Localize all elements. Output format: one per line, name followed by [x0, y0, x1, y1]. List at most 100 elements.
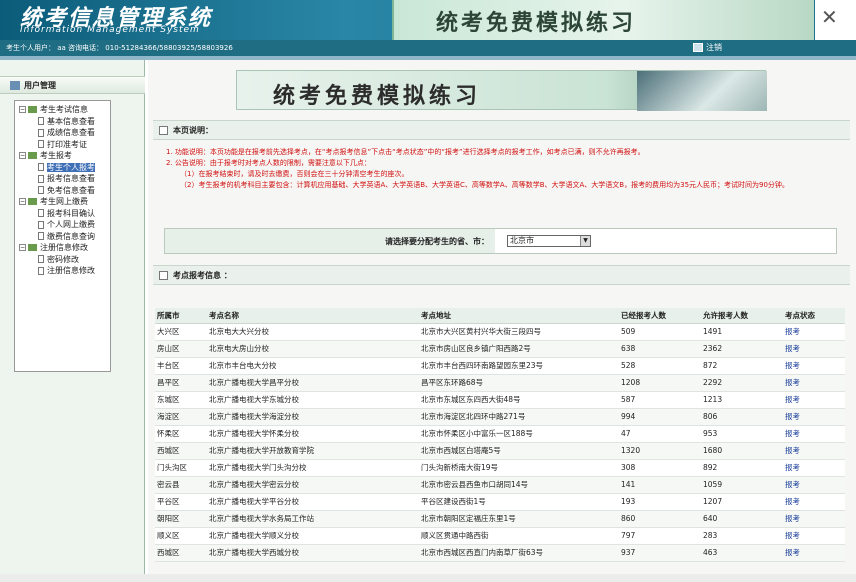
table-cell: 463 [701, 544, 783, 562]
table-cell: 门头沟区 [155, 459, 207, 477]
table-cell: 北京电大大兴分校 [207, 323, 419, 341]
table-cell: 北京市密云县西鱼市口胡同14号 [419, 476, 619, 494]
notice-text: 1. 功能说明：本页功能是在报考前先选择考点，在“考点报考信息”下点击“考点状态… [166, 147, 856, 191]
table-cell: 北京市东城区东四西大街48号 [419, 391, 619, 409]
table-cell: 872 [701, 357, 783, 375]
close-button[interactable]: ✕ [815, 0, 856, 40]
table-cell: 顺义区 [155, 527, 207, 545]
register-link[interactable]: 报考 [783, 374, 845, 392]
tree-item[interactable]: 缴费信息查询 [19, 231, 110, 243]
city-select[interactable]: 北京市 ▼ [507, 235, 591, 247]
collapse-icon[interactable]: − [19, 152, 26, 159]
table-cell: 门头沟新桥南大街19号 [419, 459, 619, 477]
register-link[interactable]: 报考 [783, 476, 845, 494]
register-link[interactable]: 报考 [783, 442, 845, 460]
table-header-row: 所属市 考点名称 考点地址 已经报考人数 允许报考人数 考点状态 [155, 308, 845, 324]
table-row: 丰台区 北京市丰台电大分校 北京市丰台西四环南路望园东里23号 528 872 报考 [155, 357, 845, 375]
page-icon [38, 128, 44, 137]
logout-label[interactable]: 注销 [706, 43, 722, 52]
table-row: 西城区 北京广播电视大学开放教育学院 北京市西城区白塔庵5号 1320 1680 报考 [155, 442, 845, 460]
register-link[interactable]: 报考 [783, 527, 845, 545]
table-cell: 密云县 [155, 476, 207, 494]
table-cell: 平谷区 [155, 493, 207, 511]
tree-item-selected[interactable]: 考生个人报考 [19, 162, 110, 174]
user-info: 考生个人用户： aa 咨询电话： 010-51284366/58803925/5… [6, 43, 233, 53]
register-link[interactable]: 报考 [783, 323, 845, 341]
tree-group-payment[interactable]: − 考生网上缴费 [19, 196, 110, 208]
sidebar-title: 用户管理 [0, 76, 145, 94]
tree-item[interactable]: 成绩信息查看 [19, 127, 110, 139]
register-link[interactable]: 报考 [783, 391, 845, 409]
table-cell: 北京市朝阳区定福庄东里1号 [419, 510, 619, 528]
logout-link[interactable]: 注销 [693, 42, 722, 53]
table-cell: 西城区 [155, 442, 207, 460]
table-cell: 顺义区贯通中路西街 [419, 527, 619, 545]
tree-group-exam-info[interactable]: − 考生考试信息 [19, 104, 110, 116]
table-cell: 509 [619, 323, 701, 341]
table-cell: 北京市房山区良乡镇广阳西路2号 [419, 340, 619, 358]
tree-item[interactable]: 免考信息查看 [19, 185, 110, 197]
header-banner: 统考免费模拟练习 [392, 0, 814, 40]
nav-tree: − 考生考试信息 基本信息查看 成绩信息查看 打印准考证 − 考生报考 考生个人报考… [14, 100, 111, 372]
register-link[interactable]: 报考 [783, 493, 845, 511]
table-cell: 怀柔区 [155, 425, 207, 443]
page-banner-text: 统考免费模拟练习 [273, 84, 482, 109]
tree-item[interactable]: 密码修改 [19, 254, 110, 266]
table-cell: 北京广播电视大学开放教育学院 [207, 442, 419, 460]
tree-item[interactable]: 报考信息查看 [19, 173, 110, 185]
header-banner-text: 统考免费模拟练习 [436, 11, 637, 36]
notice-header: 本页说明： [153, 120, 850, 140]
page-icon [38, 163, 44, 171]
table-cell: 北京市丰台电大分校 [207, 357, 419, 375]
table-row: 朝阳区 北京广播电视大学水务局工作站 北京市朝阳区定福庄东里1号 860 640 报考 [155, 510, 845, 528]
collapse-icon[interactable]: − [19, 106, 26, 113]
tree-item[interactable]: 报考科目确认 [19, 208, 110, 220]
tree-item[interactable]: 基本信息查看 [19, 116, 110, 128]
table-cell: 528 [619, 357, 701, 375]
table-cell: 昌平区东环路68号 [419, 374, 619, 392]
chevron-down-icon[interactable]: ▼ [580, 236, 590, 246]
close-icon[interactable]: ✕ [821, 5, 838, 29]
tree-group-account[interactable]: − 注册信息修改 [19, 242, 110, 254]
table-row: 昌平区 北京广播电视大学昌平分校 昌平区东环路68号 1208 2292 报考 [155, 374, 845, 392]
page-icon [38, 140, 44, 148]
collapse-icon[interactable]: − [19, 244, 26, 251]
table-cell: 1491 [701, 323, 783, 341]
table-cell: 北京电大房山分校 [207, 340, 419, 358]
tree-item[interactable]: 打印准考证 [19, 139, 110, 151]
register-link[interactable]: 报考 [783, 425, 845, 443]
register-link[interactable]: 报考 [783, 544, 845, 562]
table-cell: 283 [701, 527, 783, 545]
col-header: 考点地址 [419, 308, 619, 324]
collapse-icon[interactable]: − [19, 198, 26, 205]
table-cell: 平谷区建设西街1号 [419, 493, 619, 511]
table-cell: 141 [619, 476, 701, 494]
user-info-bar: 考生个人用户： aa 咨询电话： 010-51284366/58803925/5… [0, 40, 856, 56]
table-cell: 北京广播电视大学平谷分校 [207, 493, 419, 511]
table-cell: 北京市丰台西四环南路望园东里23号 [419, 357, 619, 375]
table-cell: 西城区 [155, 544, 207, 562]
city-selector-label: 请选择要分配考生的省、市： [165, 229, 495, 253]
tree-item[interactable]: 注册信息修改 [19, 265, 110, 277]
table-cell: 1320 [619, 442, 701, 460]
tree-item[interactable]: 个人网上缴费 [19, 219, 110, 231]
notice-line: 1. 功能说明：本页功能是在报考前先选择考点，在“考点报考信息”下点击“考点状态… [166, 148, 645, 156]
table-row: 大兴区 北京电大大兴分校 北京市大兴区黄村兴华大街三段四号 509 1491 报考 [155, 323, 845, 341]
table-section-header: 考点报考信息 ： [153, 265, 850, 285]
register-link[interactable]: 报考 [783, 510, 845, 528]
table-cell: 638 [619, 340, 701, 358]
register-link[interactable]: 报考 [783, 357, 845, 375]
register-link[interactable]: 报考 [783, 408, 845, 426]
col-header: 考点名称 [207, 308, 419, 324]
logout-icon [693, 43, 703, 52]
folder-icon [28, 106, 37, 113]
table-cell: 海淀区 [155, 408, 207, 426]
exam-site-table: 所属市 考点名称 考点地址 已经报考人数 允许报考人数 考点状态 大兴区 北京电大… [155, 308, 845, 562]
register-link[interactable]: 报考 [783, 340, 845, 358]
table-cell: 北京市海淀区北四环中路271号 [419, 408, 619, 426]
folder-icon [28, 198, 37, 205]
tree-group-registration[interactable]: − 考生报考 [19, 150, 110, 162]
main-content: 统考免费模拟练习 本页说明： 1. 功能说明：本页功能是在报考前先选择考点，在“… [148, 60, 856, 582]
col-header: 允许报考人数 [701, 308, 783, 324]
register-link[interactable]: 报考 [783, 459, 845, 477]
